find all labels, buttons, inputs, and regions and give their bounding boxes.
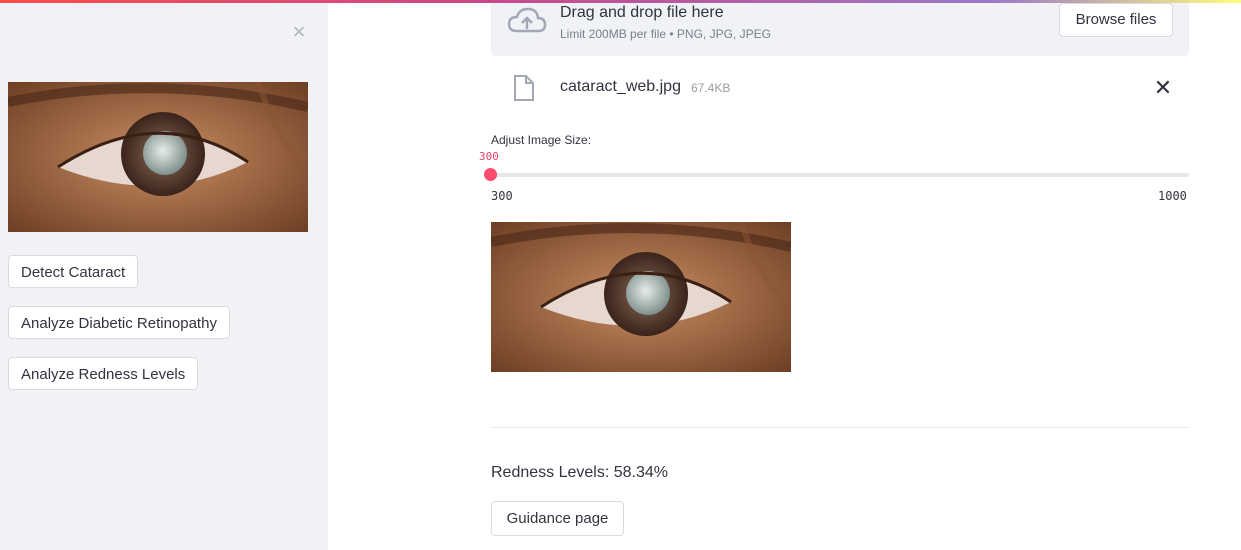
file-dropzone[interactable]: Drag and drop file here Limit 200MB per … (491, 0, 1189, 56)
file-size: 67.4KB (691, 81, 731, 95)
slider-track[interactable] (491, 173, 1189, 177)
dropzone-title: Drag and drop file here (560, 4, 724, 21)
top-decoration-bar (0, 0, 1241, 3)
eye-image-thumbnail (8, 82, 308, 232)
close-sidebar-icon[interactable]: × (289, 21, 309, 43)
slider-label: Adjust Image Size: (491, 133, 592, 147)
sidebar: × Detect Cataract Analyze Diabetic Retin… (0, 0, 328, 550)
guidance-page-button[interactable]: Guidance page (491, 501, 624, 536)
slider-max-label: 1000 (1158, 189, 1187, 203)
cloud-upload-icon (507, 7, 547, 33)
remove-file-icon[interactable]: ✕ (1153, 76, 1173, 100)
dropzone-limit-text: Limit 200MB per file • PNG, JPG, JPEG (560, 27, 771, 41)
slider-thumb[interactable] (484, 168, 497, 181)
section-divider (491, 427, 1189, 428)
detect-cataract-button[interactable]: Detect Cataract (8, 255, 139, 288)
redness-level-result: Redness Levels: 58.34% (491, 464, 668, 481)
eye-image-preview (491, 222, 791, 372)
analyze-redness-levels-button[interactable]: Analyze Redness Levels (8, 357, 199, 390)
browse-files-button[interactable]: Browse files (1059, 3, 1173, 37)
file-name: cataract_web.jpg (560, 78, 681, 95)
analyze-diabetic-retinopathy-button[interactable]: Analyze Diabetic Retinopathy (8, 306, 230, 339)
slider-min-label: 300 (491, 189, 513, 203)
uploaded-file-row: cataract_web.jpg 67.4KB ✕ (491, 70, 1189, 106)
slider-current-value: 300 (479, 150, 499, 163)
file-icon (514, 75, 534, 101)
